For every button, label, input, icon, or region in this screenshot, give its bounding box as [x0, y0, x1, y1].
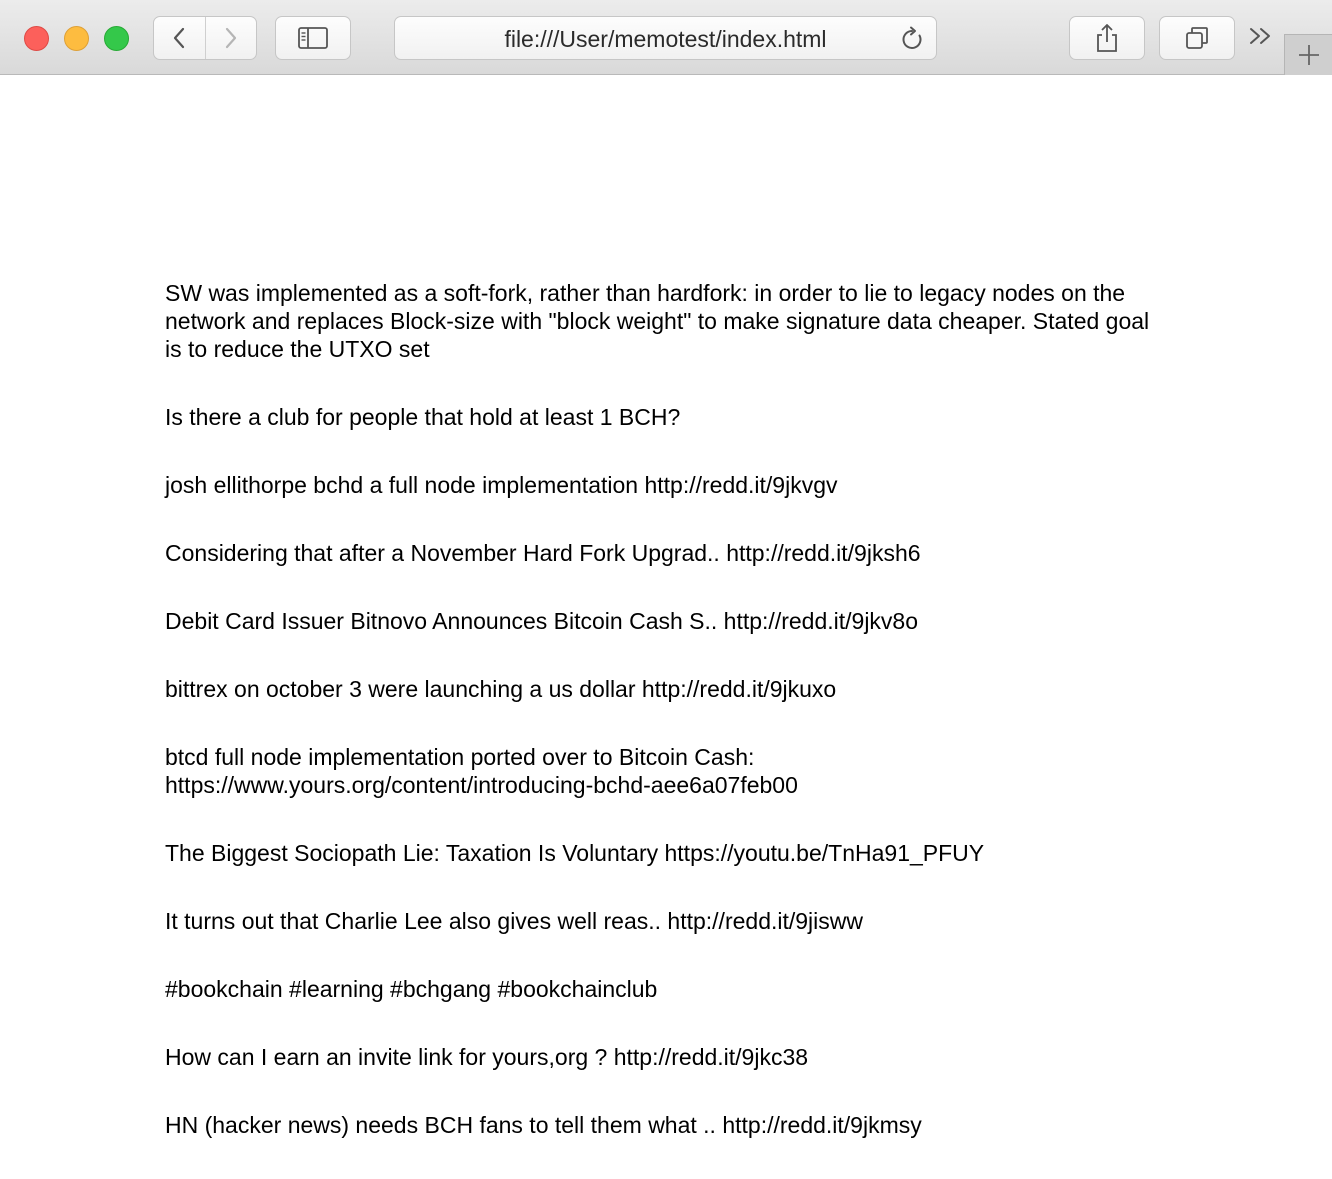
post-item: btcd full node implementation ported ove…: [165, 744, 798, 798]
plus-icon: [1298, 45, 1319, 65]
forward-button[interactable]: [205, 17, 256, 59]
chevron-right-icon: [225, 27, 236, 49]
navigation-button-group: [153, 16, 257, 60]
share-icon: [1097, 24, 1117, 52]
close-window-button[interactable]: [24, 26, 49, 51]
double-chevron-right-icon: [1250, 28, 1270, 44]
reload-button[interactable]: [900, 26, 924, 58]
maximize-window-button[interactable]: [104, 26, 129, 51]
post-item: It turns out that Charlie Lee also gives…: [165, 908, 863, 934]
post-item: How can I earn an invite link for yours,…: [165, 1044, 809, 1070]
post-item: SW was implemented as a soft-fork, rathe…: [165, 280, 1150, 362]
post-item: HN (hacker news) needs BCH fans to tell …: [165, 1112, 922, 1138]
post-list: SW was implemented as a soft-fork, rathe…: [165, 279, 1155, 1179]
address-bar[interactable]: file:///User/memotest/index.html: [394, 16, 937, 60]
sidebar-toggle-button[interactable]: [275, 16, 351, 60]
post-item: Debit Card Issuer Bitnovo Announces Bitc…: [165, 608, 919, 634]
post-item: Is there a club for people that hold at …: [165, 404, 681, 430]
sidebar-icon: [298, 27, 328, 49]
new-tab-button[interactable]: [1284, 34, 1332, 75]
browser-toolbar: file:///User/memotest/index.html: [0, 0, 1332, 75]
address-url[interactable]: file:///User/memotest/index.html: [395, 26, 936, 53]
share-button[interactable]: [1069, 16, 1145, 60]
minimize-window-button[interactable]: [64, 26, 89, 51]
post-item: bittrex on october 3 were launching a us…: [165, 676, 837, 702]
back-button[interactable]: [154, 17, 205, 59]
more-toolbar-items-button[interactable]: [1245, 24, 1277, 54]
tab-overview-icon: [1186, 27, 1208, 49]
tab-overview-button[interactable]: [1159, 16, 1235, 60]
post-item: Considering that after a November Hard F…: [165, 540, 921, 566]
chevron-left-icon: [174, 27, 185, 49]
reload-icon: [902, 26, 922, 49]
post-item: #bookchain #learning #bchgang #bookchain…: [165, 976, 658, 1002]
post-item: josh ellithorpe bchd a full node impleme…: [165, 472, 838, 498]
post-item: The Biggest Sociopath Lie: Taxation Is V…: [165, 840, 985, 866]
